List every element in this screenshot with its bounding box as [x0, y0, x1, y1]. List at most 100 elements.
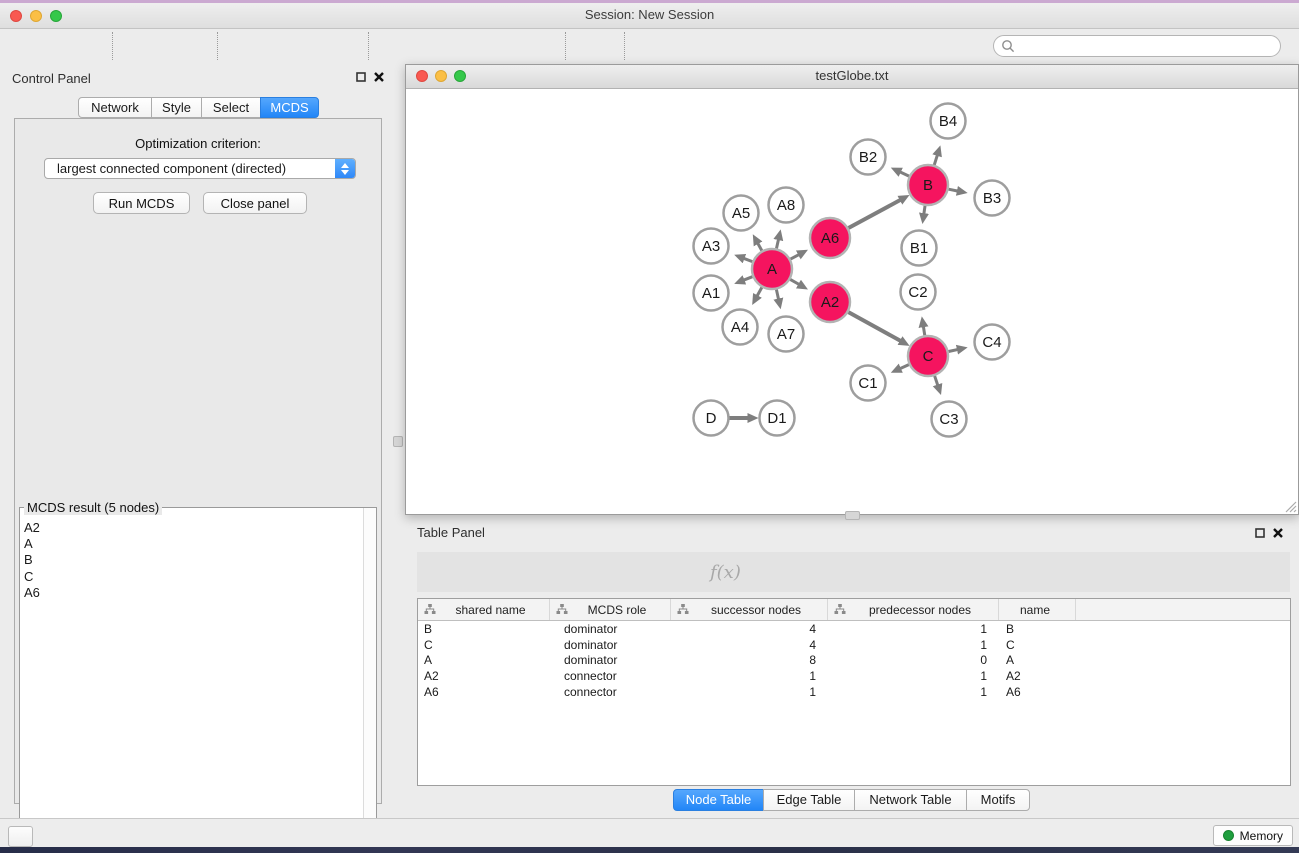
column-header-predecessor-nodes[interactable]: predecessor nodes	[828, 599, 999, 620]
zoom-selected-button[interactable]	[519, 31, 553, 61]
node-C[interactable]: C	[908, 336, 948, 376]
delete-table-button[interactable]	[666, 559, 692, 585]
cell[interactable]: 0	[828, 653, 999, 667]
network-minimize-button[interactable]	[435, 70, 447, 82]
mcds-result-item[interactable]: A2	[24, 520, 363, 536]
cell[interactable]: A6	[999, 685, 1076, 699]
edge-B-B1[interactable]	[924, 206, 925, 216]
node-B2[interactable]: B2	[851, 140, 886, 175]
table-row[interactable]: A2connector11A2	[418, 668, 1290, 684]
edge-A-A7[interactable]	[776, 290, 779, 302]
edge-C-C4[interactable]	[949, 349, 960, 351]
zoom-fit-button[interactable]	[473, 31, 507, 61]
cell[interactable]: C	[418, 638, 550, 652]
network-maximize-button[interactable]	[454, 70, 466, 82]
close-panel-icon[interactable]	[374, 72, 384, 82]
minimize-window-button[interactable]	[30, 10, 42, 22]
column-header-successor-nodes[interactable]: successor nodes	[671, 599, 828, 620]
export-image-button[interactable]	[322, 31, 356, 61]
mcds-result-item[interactable]: C	[24, 569, 363, 585]
node-C4[interactable]: C4	[975, 325, 1010, 360]
run-mcds-button[interactable]: Run MCDS	[93, 192, 190, 214]
edge-A-A3[interactable]	[742, 258, 753, 262]
edge-A-A5[interactable]	[757, 241, 762, 250]
cell[interactable]: 4	[671, 638, 828, 652]
edge-B-B3[interactable]	[949, 189, 960, 191]
deselect-all-button[interactable]	[546, 559, 574, 585]
node-A4[interactable]: A4	[723, 310, 758, 345]
cell[interactable]: 1	[828, 685, 999, 699]
tab-mcds[interactable]: MCDS	[260, 97, 319, 118]
network-window-titlebar[interactable]: testGlobe.txt	[406, 65, 1298, 89]
export-network-button[interactable]	[230, 31, 264, 61]
close-window-button[interactable]	[10, 10, 22, 22]
cell[interactable]: dominator	[550, 622, 671, 636]
cell[interactable]: 1	[828, 638, 999, 652]
node-D[interactable]: D	[694, 401, 729, 436]
new-network-from-file-button[interactable]	[637, 31, 671, 61]
tab-select[interactable]: Select	[201, 97, 261, 118]
tab-motifs[interactable]: Motifs	[966, 789, 1030, 811]
column-header-name[interactable]: name	[999, 599, 1076, 620]
result-scrollbar[interactable]	[363, 508, 376, 850]
node-B3[interactable]: B3	[975, 181, 1010, 216]
node-A6[interactable]: A6	[810, 218, 850, 258]
edge-C-C2[interactable]	[923, 324, 925, 335]
float-panel-icon[interactable]	[356, 72, 366, 82]
network-close-button[interactable]	[416, 70, 428, 82]
mcds-result-list[interactable]: A2ABCA6	[20, 514, 363, 850]
resize-grip-icon[interactable]	[1283, 499, 1297, 513]
cell[interactable]: A2	[999, 669, 1076, 683]
add-column-button[interactable]	[590, 559, 612, 585]
edge-A-A6[interactable]	[791, 254, 801, 260]
search-input[interactable]	[1015, 38, 1273, 54]
zoom-in-button[interactable]	[381, 31, 415, 61]
save-session-button[interactable]	[66, 31, 100, 61]
criterion-dropdown[interactable]: largest connected component (directed)	[44, 158, 356, 179]
node-D1[interactable]: D1	[760, 401, 795, 436]
mcds-result-item[interactable]: A6	[24, 585, 363, 601]
cell[interactable]: A	[999, 653, 1076, 667]
edge-C-C1[interactable]	[898, 365, 909, 370]
show-column-button[interactable]	[464, 559, 486, 585]
cell[interactable]: A2	[418, 669, 550, 683]
cell[interactable]: connector	[550, 685, 671, 699]
cell[interactable]: 1	[671, 669, 828, 683]
node-A3[interactable]: A3	[694, 229, 729, 264]
cell[interactable]: 8	[671, 653, 828, 667]
cell[interactable]: 4	[671, 622, 828, 636]
cell[interactable]: B	[418, 622, 550, 636]
open-session-button[interactable]	[20, 31, 54, 61]
network-canvas[interactable]: B4 B2 B B3 A8 A5 A6 A3 B1 A C2 A1 A2	[406, 89, 1298, 514]
node-B4[interactable]: B4	[931, 104, 966, 139]
network-graph[interactable]: B4 B2 B B3 A8 A5 A6 A3 B1 A C2 A1 A2	[406, 89, 1298, 515]
node-C2[interactable]: C2	[901, 275, 936, 310]
import-network-button[interactable]	[125, 31, 159, 61]
close-panel-button[interactable]: Close panel	[203, 192, 307, 214]
table-row[interactable]: Cdominator41C	[418, 637, 1290, 653]
split-divider-handle[interactable]	[393, 436, 403, 447]
cell[interactable]: connector	[550, 669, 671, 683]
node-A1[interactable]: A1	[694, 276, 729, 311]
node-B[interactable]: B	[908, 165, 948, 205]
tab-network[interactable]: Network	[78, 97, 152, 118]
node-A[interactable]: A	[752, 249, 792, 289]
column-header-shared-name[interactable]: shared name	[418, 599, 550, 620]
node-A7[interactable]: A7	[769, 317, 804, 352]
search-box[interactable]	[993, 35, 1281, 57]
float-panel-icon[interactable]	[1255, 528, 1265, 538]
table-row[interactable]: Bdominator41B	[418, 621, 1290, 637]
edge-A-A4[interactable]	[756, 287, 762, 298]
close-panel-icon[interactable]	[1273, 528, 1283, 538]
node-C1[interactable]: C1	[851, 366, 886, 401]
graphics-details-button[interactable]	[729, 31, 763, 61]
node-table[interactable]: shared name MCDS role successor nodes pr…	[417, 598, 1291, 786]
birds-eye-view-button[interactable]	[775, 31, 809, 61]
select-all-button[interactable]	[502, 559, 530, 585]
show-panels-button[interactable]	[8, 826, 33, 847]
edge-C-C3[interactable]	[935, 376, 939, 388]
node-C3[interactable]: C3	[932, 402, 967, 437]
import-table-button[interactable]	[171, 31, 205, 61]
edge-A6-B[interactable]	[848, 199, 902, 228]
mcds-result-item[interactable]: A	[24, 536, 363, 552]
